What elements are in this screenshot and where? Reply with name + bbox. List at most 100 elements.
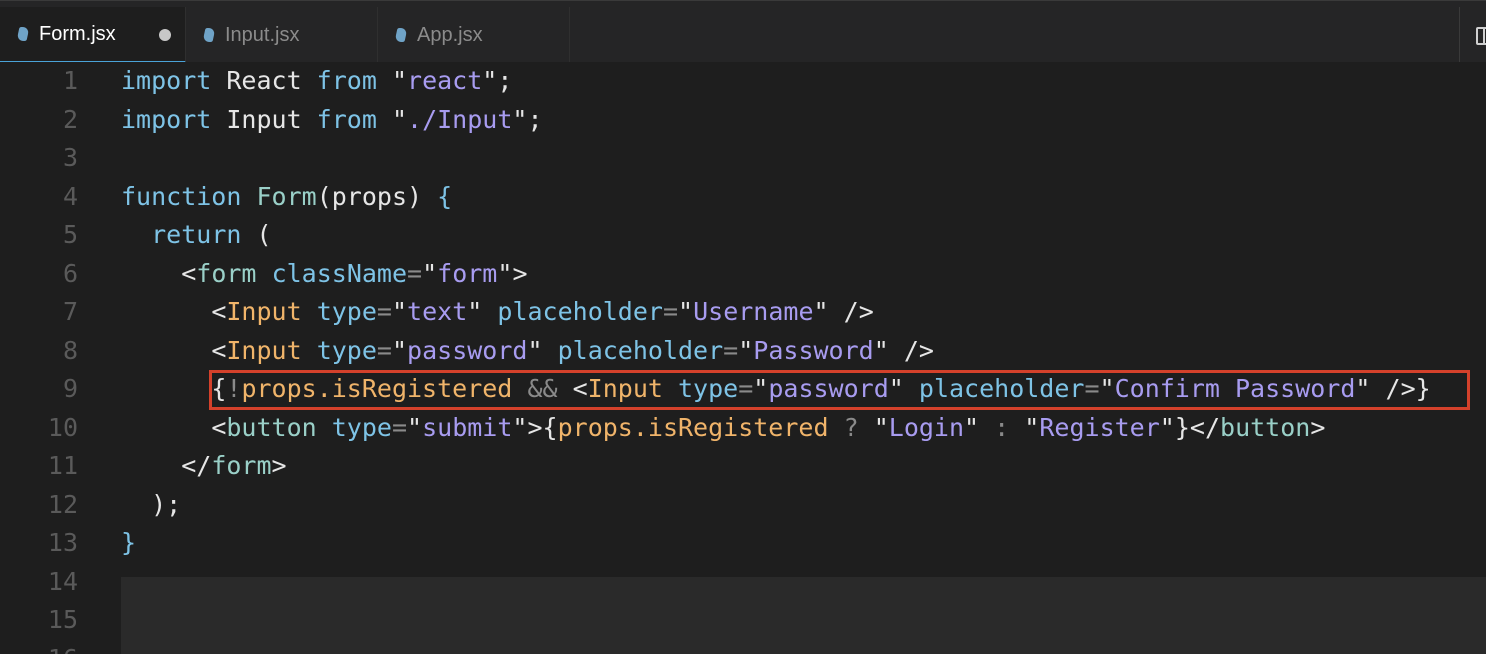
code-token: {	[211, 374, 227, 403]
line-number: 9	[62, 374, 78, 403]
code-token: from	[316, 66, 377, 95]
code-token: "	[873, 335, 889, 365]
code-token: =	[1084, 374, 1100, 403]
code-token: =	[662, 297, 679, 326]
code-line[interactable]: 1 import React from "react";	[0, 62, 1486, 100]
code-token: (props)	[316, 181, 438, 211]
code-token: =	[391, 412, 408, 442]
code-token: "	[678, 297, 694, 326]
code-token: button	[226, 412, 317, 442]
tab-input-jsx[interactable]: Input.jsx	[186, 7, 378, 63]
code-token: />	[843, 297, 874, 326]
tab-form-jsx[interactable]: Form.jsx	[0, 7, 186, 63]
code-token: "	[391, 66, 408, 95]
tab-label: Input.jsx	[225, 23, 300, 46]
code-token: </	[1189, 412, 1221, 442]
line-number: 14	[47, 566, 78, 596]
tab-app-jsx[interactable]: App.jsx	[378, 7, 570, 63]
code-token: submit	[422, 412, 513, 442]
code-line[interactable]: 12 );	[0, 486, 1486, 524]
code-token: {	[437, 181, 453, 211]
code-text: import React from "react";	[121, 62, 512, 100]
line-number: 1	[62, 66, 78, 95]
code-line[interactable]: 4 function Form(props) {	[0, 178, 1486, 216]
code-token: import	[121, 104, 212, 134]
code-token: </	[181, 451, 212, 480]
code-line[interactable]: 11 </form>	[0, 447, 1486, 485]
code-token: "	[512, 104, 528, 134]
line-number: 7	[62, 297, 78, 326]
split-editor-icon[interactable]	[1476, 27, 1486, 45]
code-line[interactable]: 10 <button type="submit">{props.isRegist…	[0, 409, 1486, 447]
code-token: "	[1024, 412, 1040, 442]
code-token: Login	[888, 412, 965, 442]
code-token: <	[181, 258, 197, 288]
line-number: 2	[62, 104, 78, 134]
code-token: />	[1385, 374, 1416, 403]
code-line[interactable]: 7 <Input type="text" placeholder="Userna…	[0, 293, 1486, 331]
code-token: "	[512, 412, 528, 442]
code-token: password	[407, 335, 528, 365]
code-token: />	[903, 335, 934, 365]
code-token: type	[316, 297, 377, 326]
code-token: "	[1355, 374, 1371, 403]
code-token: Input	[211, 104, 317, 134]
unsaved-changes-dot-icon[interactable]	[159, 29, 171, 41]
code-token: form	[211, 451, 272, 480]
line-number: 5	[62, 220, 78, 249]
code-token: password	[768, 374, 889, 403]
code-line[interactable]: 2 import Input from "./Input";	[0, 101, 1486, 139]
code-line[interactable]: 8 <Input type="password" placeholder="Pa…	[0, 332, 1486, 370]
code-token: =	[738, 374, 754, 403]
code-text: );	[121, 486, 181, 524]
code-line[interactable]: 3	[0, 139, 1486, 177]
code-editor[interactable]: 1 import React from "react"; 2 import Input…	[0, 62, 1486, 654]
code-token: ./Input	[407, 104, 513, 134]
code-token: "	[964, 412, 980, 442]
code-text: import Input from "./Input";	[121, 101, 543, 139]
jsx-file-icon	[202, 28, 216, 42]
code-token: button	[1220, 412, 1311, 442]
code-token: >	[512, 258, 528, 288]
code-line[interactable]: 5 return (	[0, 216, 1486, 254]
code-token: props.isRegistered	[557, 412, 829, 442]
line-number: 4	[62, 181, 78, 211]
code-token: =	[376, 335, 392, 365]
code-text: }	[121, 524, 136, 562]
code-token: <	[211, 335, 227, 365]
code-token: text	[407, 297, 468, 326]
code-token: function	[121, 181, 242, 211]
code-token: );	[151, 489, 182, 519]
code-text: </form>	[121, 447, 286, 485]
code-token: Register	[1039, 412, 1160, 442]
tab-label: Form.jsx	[39, 22, 116, 45]
code-text: <button type="submit">{props.isRegistere…	[121, 409, 1325, 447]
code-token: form	[196, 258, 257, 288]
code-token: }	[121, 528, 137, 557]
code-token: props.isRegistered	[241, 374, 513, 403]
line-number: 12	[47, 489, 78, 519]
code-token: from	[316, 104, 377, 134]
code-token: placeholder	[497, 297, 663, 326]
code-token: type	[331, 412, 392, 442]
jsx-file-icon	[16, 27, 30, 41]
code-token: "	[888, 374, 904, 403]
code-line[interactable]: 13}	[0, 524, 1486, 562]
code-token: =	[723, 335, 739, 365]
code-line[interactable]: 9 {!props.isRegistered && <Input type="p…	[0, 370, 1486, 408]
line-number: 10	[47, 412, 78, 442]
code-token: >	[1310, 412, 1326, 442]
code-token: "	[391, 335, 408, 365]
code-line[interactable]: 6 <form className="form">	[0, 255, 1486, 293]
line-number: 3	[62, 143, 78, 172]
